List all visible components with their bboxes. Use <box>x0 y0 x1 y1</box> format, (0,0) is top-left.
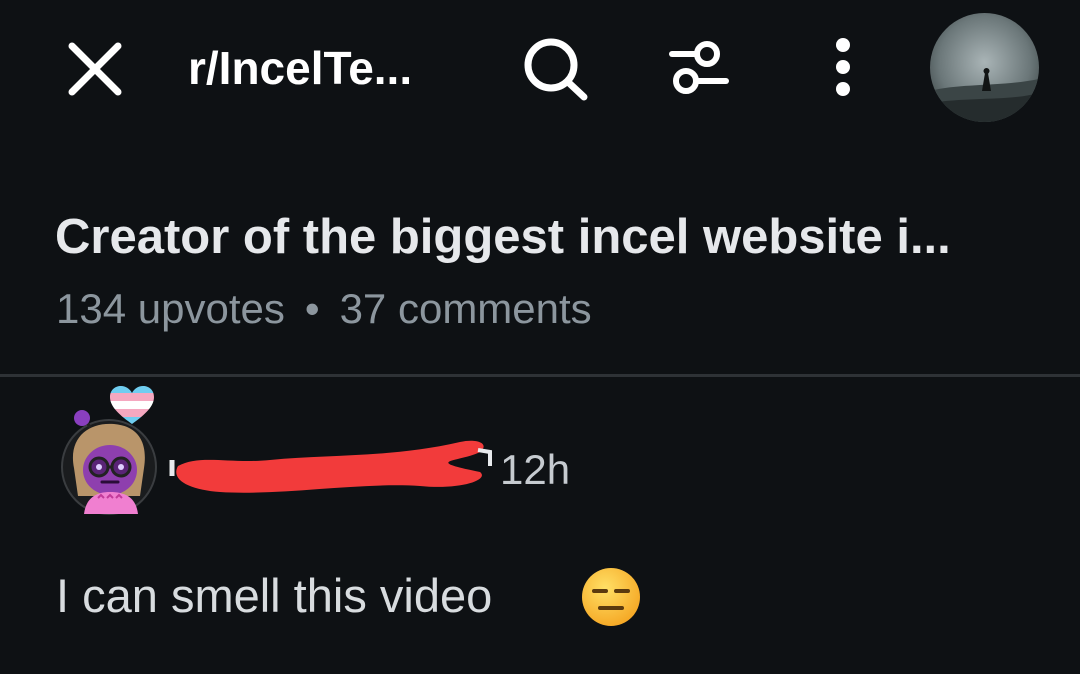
heart-icon <box>110 386 154 424</box>
post-meta: 134 upvotes • 37 comments <box>56 283 592 335</box>
comment-author-avatar[interactable] <box>54 378 164 520</box>
close-icon[interactable] <box>64 38 126 100</box>
comment-count[interactable]: 37 comments <box>340 285 592 332</box>
post-title[interactable]: Creator of the biggest incel website i..… <box>55 205 951 269</box>
user-avatar[interactable] <box>930 13 1039 122</box>
upvote-count: 134 upvotes <box>56 285 285 332</box>
top-bar: r/IncelTe... <box>0 0 1080 135</box>
meta-separator: • <box>304 285 320 332</box>
search-icon[interactable] <box>520 35 592 103</box>
username-redaction <box>169 440 492 493</box>
divider <box>0 374 1080 377</box>
comment-text: I can smell this video <box>56 569 493 622</box>
filter-icon[interactable] <box>666 37 732 99</box>
comment-timestamp: 12h <box>500 446 571 493</box>
expressionless-face-emoji <box>582 568 640 626</box>
more-vertical-icon[interactable] <box>825 36 861 98</box>
subreddit-title[interactable]: r/IncelTe... <box>188 38 412 98</box>
